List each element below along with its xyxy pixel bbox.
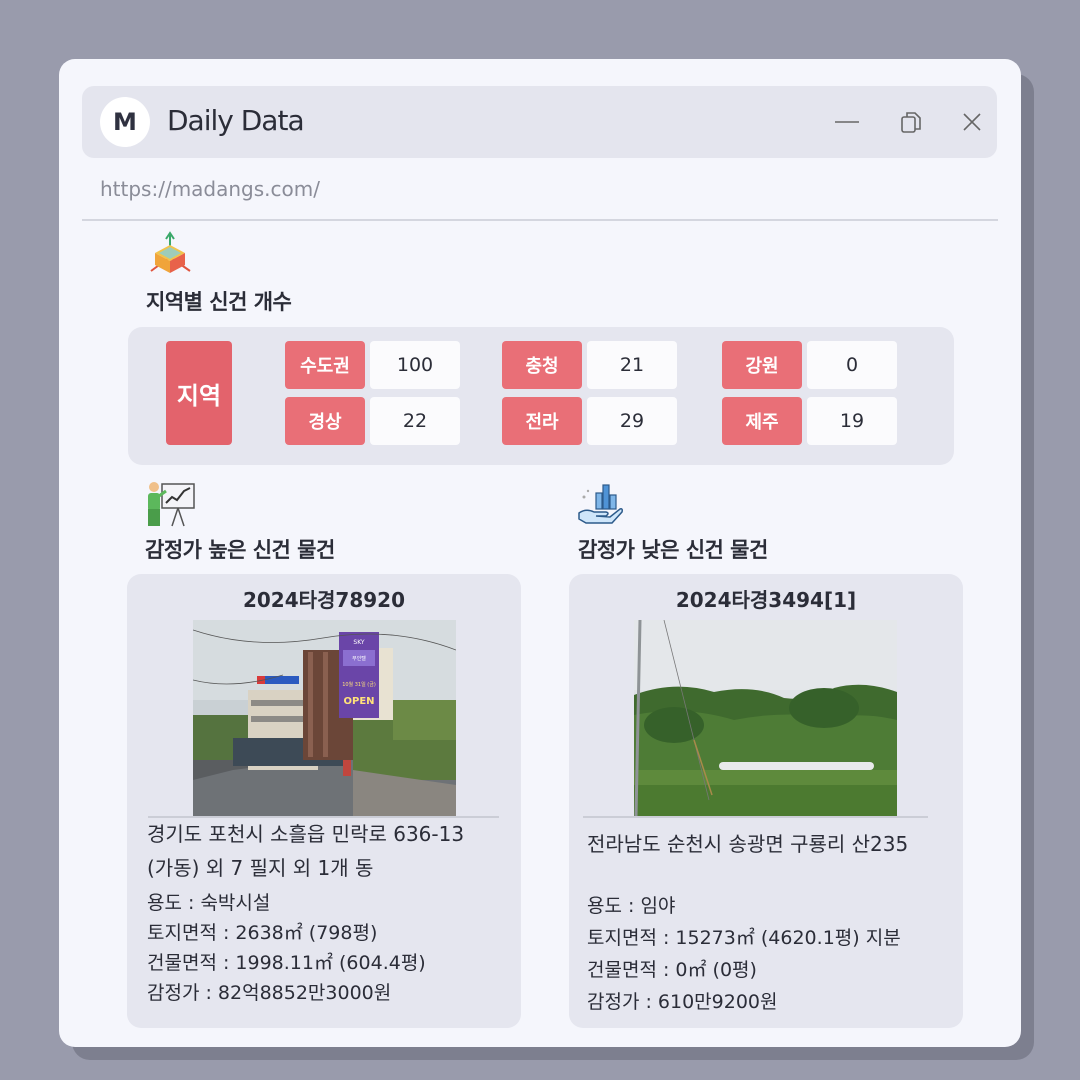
minimize-icon (835, 121, 859, 123)
land-area-text: 토지면적 : 2638㎡ (798평) (147, 922, 378, 944)
appraisal-text: 감정가 : 610만9200원 (587, 991, 778, 1013)
region-count-gangwon: 0 (807, 341, 897, 389)
region-count-jeolla: 29 (587, 397, 677, 445)
presentation-chart-icon (148, 482, 195, 527)
usage-text: 용도 : 임야 (587, 895, 676, 917)
property-info: 용도 : 임야 토지면적 : 15273㎡ (4620.1평) 지분 건물면적 … (587, 890, 901, 1018)
case-number[interactable]: 2024타경3494[1] (569, 584, 963, 613)
building-area-text: 건물면적 : 0㎡ (0평) (587, 959, 757, 981)
high-section-title: 감정가 높은 신건 물건 (145, 538, 335, 562)
region-chip-sudogwon: 수도권 (285, 341, 365, 389)
hand-bar-chart-icon (578, 484, 623, 524)
card-divider (583, 816, 928, 818)
cube-axes-icon (150, 231, 191, 273)
address-line-2: (가동) 외 7 필지 외 1개 동 (147, 856, 374, 880)
minimize-button[interactable] (833, 108, 861, 136)
svg-text:SKY: SKY (353, 639, 365, 646)
svg-text:10월 31일 (금): 10월 31일 (금) (342, 681, 376, 688)
address-line-1: 경기도 포천시 소흘읍 민락로 636-13 (147, 822, 465, 846)
close-button[interactable] (958, 108, 986, 136)
region-chip-gyeongsang: 경상 (285, 397, 365, 445)
property-photo (634, 620, 897, 816)
region-count-sudogwon: 100 (370, 341, 460, 389)
usage-text: 용도 : 숙박시설 (147, 892, 271, 914)
low-property-card[interactable]: 2024타경3494[1] 전라남도 순천시 송광면 구룡리 산235 용도:… (569, 574, 963, 1028)
app-window: M Daily Data https://madangs.com/ 지역별 신건… (59, 59, 1021, 1047)
appraisal-text: 감정가 : 82억8852만3000원 (147, 982, 392, 1004)
region-chip-chungcheong: 충청 (502, 341, 582, 389)
region-count-chungcheong: 21 (587, 341, 677, 389)
copy-button[interactable] (897, 108, 925, 136)
region-main-label: 지역 (166, 341, 232, 445)
case-number[interactable]: 2024타경78920 (127, 584, 521, 613)
region-chip-jeolla: 전라 (502, 397, 582, 445)
app-title: Daily Data (167, 104, 305, 137)
region-count-jeju: 19 (807, 397, 897, 445)
region-section-title: 지역별 신건 개수 (146, 290, 292, 314)
url-divider (82, 219, 998, 221)
region-chip-gangwon: 강원 (722, 341, 802, 389)
svg-text:무인텔: 무인텔 (352, 655, 366, 662)
svg-text:OPEN: OPEN (343, 696, 374, 707)
property-info: 용도 : 숙박시설 토지면적 : 2638㎡ (798평) 건물면적 : 199… (147, 888, 426, 1008)
region-count-gyeongsang: 22 (370, 397, 460, 445)
address-line-1: 전라남도 순천시 송광면 구룡리 산235 (587, 832, 909, 856)
building-area-text: 건물면적 : 1998.11㎡ (604.4평) (147, 952, 426, 974)
title-bar: M Daily Data (82, 86, 997, 158)
property-address: 경기도 포천시 소흘읍 민락로 636-13 (가동) 외 7 필지 외 1개 … (147, 817, 464, 885)
close-icon (963, 113, 981, 131)
property-address: 전라남도 순천시 송광면 구룡리 산235 (587, 827, 908, 861)
land-area-text: 토지면적 : 15273㎡ (4620.1평) 지분 (587, 927, 901, 949)
low-section-title: 감정가 낮은 신건 물건 (578, 538, 768, 562)
region-chip-jeju: 제주 (722, 397, 802, 445)
app-logo: M (100, 97, 150, 147)
copy-icon (901, 112, 921, 133)
property-photo: SKY 무인텔 10월 31일 (금) OPEN (193, 620, 456, 816)
url-text[interactable]: https://madangs.com/ (100, 177, 320, 201)
region-panel: 지역 수도권 100 경상 22 충청 21 전라 29 강원 0 제주 19 (128, 327, 954, 465)
high-property-card[interactable]: 2024타경78920 SKY 무인텔 10월 31일 (금) OPEN 경기도… (127, 574, 521, 1028)
